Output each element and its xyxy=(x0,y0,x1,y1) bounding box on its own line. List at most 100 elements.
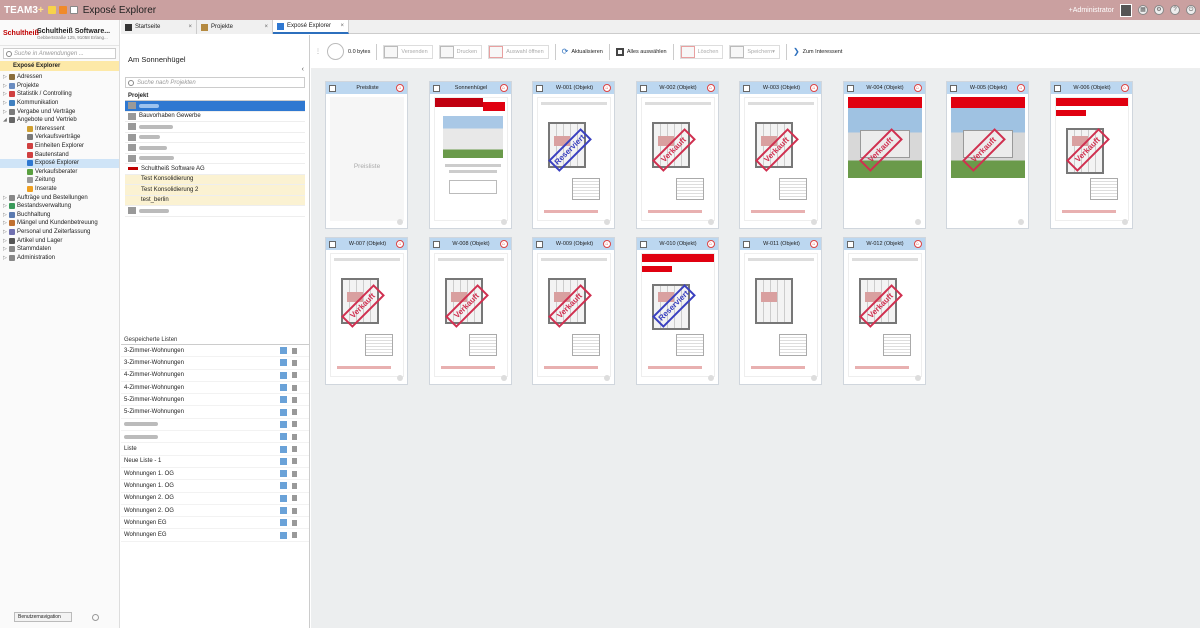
home-icon[interactable]: ⌂ xyxy=(913,84,922,92)
card-preview[interactable]: Verkauft xyxy=(1051,94,1132,228)
edit-list-icon[interactable] xyxy=(280,519,287,527)
toolbar-button[interactable]: Löschen xyxy=(679,44,724,59)
drag-handle-icon[interactable]: ⋮ xyxy=(315,48,321,55)
toolbar-button[interactable]: Auswahl öffnen xyxy=(488,44,549,59)
trash-icon[interactable] xyxy=(292,384,297,391)
home-icon[interactable]: ⌂ xyxy=(810,84,818,92)
expose-card[interactable]: W-010 (Objekt) ⌂ Reserviert xyxy=(635,237,719,385)
home-icon[interactable]: ⌂ xyxy=(499,84,508,92)
trash-icon[interactable] xyxy=(292,409,297,416)
card-preview[interactable]: Preisliste xyxy=(326,94,407,228)
edit-list-icon[interactable] xyxy=(280,494,287,502)
toolbar-button[interactable]: ❯ Zum Interessent xyxy=(793,45,842,59)
tab[interactable]: Exposé Explorer × xyxy=(273,20,349,34)
card-preview[interactable]: Reserviert xyxy=(533,94,614,228)
card-checkbox[interactable] xyxy=(950,84,957,92)
edit-list-icon[interactable] xyxy=(280,408,287,416)
project-row[interactable] xyxy=(125,206,305,217)
folder-icon[interactable] xyxy=(58,6,67,14)
sidebar-item[interactable]: ◢ Angebote und Vertrieb xyxy=(0,116,119,125)
saved-list-item[interactable]: Liste xyxy=(121,443,309,456)
trash-icon[interactable] xyxy=(292,347,297,354)
saved-list-item[interactable]: Wohnungen EG xyxy=(121,529,309,542)
card-preview[interactable]: Verkauft xyxy=(740,94,821,228)
app-search-input[interactable]: Suche in Anwendungen ... xyxy=(3,48,116,59)
expose-card[interactable]: W-006 (Objekt) ⌂ Verkauft xyxy=(1049,81,1133,229)
card-checkbox[interactable] xyxy=(743,84,750,92)
card-checkbox[interactable] xyxy=(536,240,543,248)
home-icon[interactable]: ⌂ xyxy=(913,240,922,248)
saved-list-item[interactable]: Wohnungen 1. OG xyxy=(121,480,309,493)
power-icon[interactable]: ⏻ xyxy=(1186,5,1196,15)
project-row[interactable] xyxy=(125,122,305,133)
edit-list-icon[interactable] xyxy=(280,531,287,539)
edit-list-icon[interactable] xyxy=(280,445,287,453)
home-icon[interactable]: ⌂ xyxy=(706,84,715,92)
home-icon[interactable]: ⌂ xyxy=(396,240,404,248)
sidebar-item[interactable]: ▷ Buchhaltung xyxy=(0,211,119,220)
home-icon[interactable]: ⌂ xyxy=(396,84,404,92)
card-checkbox[interactable] xyxy=(329,84,336,92)
card-preview[interactable]: Verkauft xyxy=(637,94,718,228)
sidebar-item[interactable]: Bautenstand xyxy=(0,150,119,159)
project-column-header[interactable]: Projekt xyxy=(125,92,305,101)
edit-list-icon[interactable] xyxy=(280,470,287,478)
edit-list-icon[interactable] xyxy=(280,482,287,490)
star-icon[interactable] xyxy=(47,6,56,14)
project-row[interactable] xyxy=(125,101,305,112)
saved-list-item[interactable]: 4-Zimmer-Wohnungen xyxy=(121,382,309,395)
sidebar-item[interactable]: Interessent xyxy=(0,125,119,134)
toolbar-button[interactable]: Alles auswählen xyxy=(615,45,667,59)
project-row[interactable] xyxy=(125,143,305,154)
card-checkbox[interactable] xyxy=(1053,84,1061,92)
collapse-chevron-icon[interactable]: ‹ xyxy=(302,66,304,73)
edit-list-icon[interactable] xyxy=(280,420,287,428)
trash-icon[interactable] xyxy=(292,433,297,440)
saved-list-item[interactable]: Wohnungen 2. OG xyxy=(121,505,309,518)
sidebar-item[interactable]: ▷ Vergabe und Verträge xyxy=(0,107,119,116)
home-icon[interactable]: ⌂ xyxy=(603,84,611,92)
sidebar-item[interactable]: Zeitung xyxy=(0,176,119,185)
trash-icon[interactable] xyxy=(292,470,297,477)
close-icon[interactable]: × xyxy=(340,23,344,29)
edit-list-icon[interactable] xyxy=(280,457,287,465)
saved-list-item[interactable]: Wohnungen EG xyxy=(121,517,309,530)
tab[interactable]: Projekte × xyxy=(197,20,273,34)
card-preview[interactable]: Verkauft xyxy=(533,250,614,384)
project-row[interactable] xyxy=(125,154,305,164)
saved-list-item[interactable]: Wohnungen 2. OG xyxy=(121,493,309,505)
card-checkbox[interactable] xyxy=(639,84,647,92)
sidebar-item[interactable]: ▷ Aufträge und Bestellungen xyxy=(0,193,119,202)
trash-icon[interactable] xyxy=(292,372,297,379)
user-name[interactable]: +Administrator xyxy=(1069,7,1114,14)
project-row[interactable]: Test Konsolidierung xyxy=(125,174,305,185)
close-icon[interactable]: × xyxy=(188,24,192,30)
card-preview[interactable]: Verkauft xyxy=(844,250,925,384)
sidebar-item[interactable]: ▷ Personal und Zeiterfassung xyxy=(0,228,119,237)
expose-card[interactable]: W-012 (Objekt) ⌂ Verkauft xyxy=(842,237,926,385)
saved-list-item[interactable] xyxy=(121,419,309,432)
card-checkbox[interactable] xyxy=(639,240,647,248)
card-preview[interactable]: Reserviert xyxy=(637,250,718,384)
project-row[interactable] xyxy=(125,133,305,143)
trash-icon[interactable] xyxy=(292,507,297,514)
project-row[interactable]: test_berlin xyxy=(125,195,305,206)
edit-list-icon[interactable] xyxy=(280,507,287,514)
saved-list-item[interactable]: 3-Zimmer-Wohnungen xyxy=(121,345,309,358)
sidebar-item[interactable]: ▷ Statistik / Controlling xyxy=(0,90,119,99)
project-row[interactable]: Test Konsolidierung 2 xyxy=(125,185,305,196)
home-icon[interactable]: ⌂ xyxy=(1120,84,1129,92)
trash-icon[interactable] xyxy=(292,359,297,366)
card-checkbox[interactable] xyxy=(432,240,440,248)
sidebar-item[interactable]: Inserate xyxy=(0,185,119,194)
gear-icon[interactable] xyxy=(92,614,99,621)
home-icon[interactable]: ⌂ xyxy=(499,240,508,248)
expose-card[interactable]: W-002 (Objekt) ⌂ Verkauft xyxy=(635,81,719,229)
card-preview[interactable] xyxy=(740,250,821,384)
card-preview[interactable]: Verkauft xyxy=(430,250,511,384)
edit-list-icon[interactable] xyxy=(280,371,287,379)
expose-card[interactable]: W-008 (Objekt) ⌂ Verkauft xyxy=(428,237,512,385)
home-icon[interactable]: ⌂ xyxy=(706,240,715,248)
sidebar-item[interactable]: Verkaufsverträge xyxy=(0,133,119,142)
card-preview[interactable]: Verkauft xyxy=(947,94,1028,228)
